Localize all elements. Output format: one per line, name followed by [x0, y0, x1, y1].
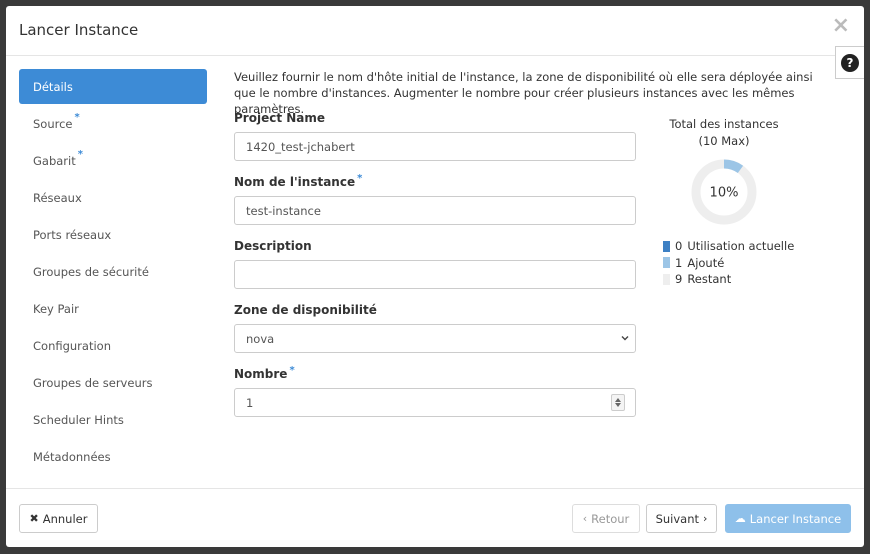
sidebar-item-6[interactable]: Key Pair [19, 291, 207, 326]
sidebar-item-label: Groupes de sécurité [33, 264, 149, 279]
sidebar-item-label: Key Pair [33, 301, 79, 316]
legend-label: Restant [687, 272, 732, 287]
legend-item: 0 Utilisation actuelle [663, 238, 794, 255]
count-label: Nombre * [234, 365, 295, 381]
cloud-upload-icon: ☁ [734, 512, 746, 525]
zone-label: Zone de disponibilité [234, 303, 377, 317]
modal-title: Lancer Instance [19, 21, 139, 39]
legend-swatch [663, 257, 670, 269]
sidebar-item-0[interactable]: Détails [19, 69, 207, 104]
sidebar-item-label: Groupes de serveurs [33, 375, 153, 390]
sidebar-item-label: Ports réseaux [33, 227, 112, 242]
launch-instance-modal: Lancer Instance × ? Détails Source * Gabari… [6, 6, 864, 547]
quota-donut-chart: 10% [691, 159, 757, 225]
sidebar-item-label: Gabarit [33, 153, 76, 168]
legend-item: 1 Ajouté [663, 255, 794, 272]
spinner-arrows-icon[interactable] [611, 394, 625, 411]
description-label: Description [234, 239, 312, 253]
chevron-right-icon: › [703, 512, 708, 525]
instance-name-input[interactable]: test-instance [234, 196, 636, 225]
legend-item: 9 Restant [663, 271, 794, 288]
instance-name-label: Nom de l'instance * [234, 173, 363, 189]
required-marker: * [74, 112, 80, 123]
close-icon[interactable]: × [832, 15, 850, 37]
legend-value: 1 [675, 255, 683, 270]
sidebar-item-label: Configuration [33, 338, 111, 353]
sidebar-item-2[interactable]: Gabarit * [19, 143, 207, 178]
cancel-button[interactable]: ✖ Annuler [19, 504, 98, 533]
back-button[interactable]: ‹ Retour [572, 504, 640, 533]
sidebar-item-5[interactable]: Groupes de sécurité [19, 254, 207, 289]
sidebar-item-label: Métadonnées [33, 449, 111, 464]
sidebar-item-3[interactable]: Réseaux [19, 180, 207, 215]
required-marker: * [289, 365, 295, 376]
modal-footer: ✖ Annuler ‹ Retour Suivant › ☁ Lancer Instan… [6, 488, 864, 547]
sidebar-item-1[interactable]: Source * [19, 106, 207, 141]
details-form: Project Name 1420_test-jchabert Nom de l… [234, 111, 636, 431]
sidebar-item-9[interactable]: Scheduler Hints [19, 402, 207, 437]
count-stepper[interactable]: 1 [234, 388, 636, 417]
legend-swatch [663, 273, 670, 285]
legend-value: 9 [675, 272, 683, 287]
wizard-steps-nav: Détails Source * Gabarit * Réseaux Ports résea… [19, 69, 207, 476]
sidebar-item-label: Scheduler Hints [33, 412, 124, 427]
project-name-field[interactable]: 1420_test-jchabert [234, 132, 636, 161]
sidebar-item-4[interactable]: Ports réseaux [19, 217, 207, 252]
next-button[interactable]: Suivant › [646, 504, 717, 533]
sidebar-item-8[interactable]: Groupes de serveurs [19, 365, 207, 400]
required-marker: * [77, 149, 83, 160]
donut-added-segment [723, 159, 744, 174]
details-intro-text: Veuillez fournir le nom d'hôte initial d… [234, 70, 813, 116]
instances-quota: Total des instances (10 Max) 10% 0 Utilis… [654, 116, 854, 286]
quota-legend: 0 Utilisation actuelle 1 Ajouté 9 Restant [663, 238, 794, 288]
close-icon: ✖ [29, 512, 39, 525]
required-marker: * [357, 173, 363, 184]
legend-label: Utilisation actuelle [687, 239, 795, 254]
project-name-label: Project Name [234, 111, 326, 125]
donut-percent-label: 10% [710, 186, 739, 201]
sidebar-item-7[interactable]: Configuration [19, 328, 207, 363]
chevron-left-icon: ‹ [582, 512, 588, 525]
legend-label: Ajouté [687, 255, 725, 270]
quota-title: Total des instances (10 Max) [669, 117, 779, 148]
sidebar-item-label: Réseaux [33, 190, 82, 205]
zone-select[interactable]: nova [234, 324, 636, 353]
launch-instance-button[interactable]: ☁ Lancer Instance [725, 504, 851, 533]
legend-value: 0 [675, 239, 683, 254]
sidebar-item-label: Source [33, 116, 73, 131]
modal-header: Lancer Instance × [6, 6, 864, 56]
description-input[interactable] [234, 260, 636, 289]
sidebar-item-label: Détails [33, 79, 73, 94]
sidebar-item-10[interactable]: Métadonnées [19, 439, 207, 474]
chevron-down-icon [621, 336, 629, 341]
details-panel: Veuillez fournir le nom d'hôte initial d… [234, 69, 854, 417]
legend-swatch [663, 240, 670, 252]
